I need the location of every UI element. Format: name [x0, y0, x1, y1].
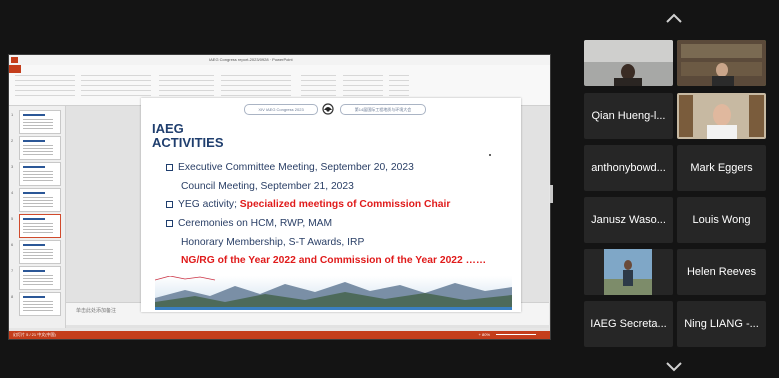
participant-name: Mark Eggers — [690, 162, 753, 174]
slide-status-text: 幻灯片 5 / 21 中文(中国) — [13, 332, 56, 337]
sub-item: Honorary Membership, S-T Awards, IRP — [181, 237, 365, 248]
file-tab[interactable] — [9, 65, 21, 73]
slide-thumbnail-selected[interactable] — [19, 214, 61, 238]
participant-name: Louis Wong — [692, 214, 751, 226]
ppt-titlebar: IAEG Congress report-2023/0928 · PowerPo… — [9, 55, 550, 65]
slide-thumbnail[interactable] — [19, 162, 61, 186]
participant-tile[interactable]: Ning LIANG -... — [677, 301, 766, 347]
congress-emblem-icon — [322, 103, 334, 115]
checkbox-bullet-icon — [166, 220, 173, 227]
notes-placeholder: 单击此处添加备注 — [76, 308, 117, 314]
slide-canvas: XIV IAEG Congress 2023 第14届国际工程地质与环境大会 I… — [141, 98, 521, 312]
participant-video — [677, 40, 766, 86]
checkbox-bullet-icon — [166, 164, 173, 171]
participant-name: Helen Reeves — [686, 266, 757, 278]
participant-name: Qian Hueng-l... — [591, 110, 666, 122]
participant-name: Ning LIANG -... — [684, 318, 759, 330]
participant-tile[interactable]: IAEG Secreta... — [584, 301, 673, 347]
powerpoint-logo-icon — [11, 57, 18, 63]
highlight-text: Specialized meetings of Commission Chair — [239, 199, 451, 210]
sub-item: Council Meeting, September 21, 2023 — [181, 181, 354, 192]
slide-thumbnail[interactable] — [19, 110, 61, 134]
bullet-item: YEG activity; Specialized meetings of Co… — [166, 199, 450, 210]
participant-video — [584, 40, 673, 86]
participant-tile-video-active-speaker[interactable] — [677, 40, 766, 86]
participant-tile[interactable]: Qian Hueng-l... — [584, 93, 673, 139]
participant-video — [677, 93, 766, 139]
slide-title: IAEG ACTIVITIES — [152, 122, 224, 150]
participant-video — [584, 249, 673, 295]
participant-name: anthonybowd... — [591, 162, 666, 174]
zoom-slider[interactable] — [496, 334, 536, 335]
chevron-down-icon[interactable] — [665, 360, 683, 372]
slide-thumbnail[interactable] — [19, 266, 61, 290]
checkbox-bullet-icon — [166, 201, 173, 208]
participant-tile[interactable]: Mark Eggers — [677, 145, 766, 191]
ppt-statusbar: 幻灯片 5 / 21 中文(中国) + 80% — [9, 331, 550, 339]
participant-tile[interactable]: Louis Wong — [677, 197, 766, 243]
bullet-item: Ceremonies on HCM, RWP, MAM — [166, 218, 332, 229]
slide-title-line1: IAEG — [152, 121, 184, 136]
slide-thumbnail[interactable] — [19, 136, 61, 160]
chevron-up-icon[interactable] — [665, 12, 683, 24]
highlight-line: NG/RG of the Year 2022 and Commission of… — [181, 255, 487, 266]
participant-tile-video[interactable] — [677, 93, 766, 139]
slide-title-line2: ACTIVITIES — [152, 135, 224, 150]
slide-thumbnail[interactable] — [19, 188, 61, 212]
banner-right: 第14届国际工程地质与环境大会 — [340, 104, 426, 115]
zoom-label[interactable]: + 80% — [479, 332, 490, 337]
participant-name: Janusz Waso... — [591, 214, 666, 226]
shared-screen[interactable]: IAEG Congress report-2023/0928 · PowerPo… — [8, 54, 551, 340]
banner-left: XIV IAEG Congress 2023 — [244, 104, 318, 115]
slide-thumbnail[interactable] — [19, 240, 61, 264]
congress-banner: XIV IAEG Congress 2023 第14届国际工程地质与环境大会 — [244, 103, 426, 115]
mountain-landscape-image — [155, 276, 512, 310]
participant-tile[interactable]: Janusz Waso... — [584, 197, 673, 243]
ppt-window-title: IAEG Congress report-2023/0928 · PowerPo… — [209, 57, 293, 62]
participant-tile-video[interactable] — [584, 249, 673, 295]
splitter-handle[interactable] — [550, 185, 553, 203]
bullet-item: Executive Committee Meeting, September 2… — [166, 162, 414, 173]
slide-thumbnail[interactable] — [19, 292, 61, 316]
participant-tile[interactable]: Helen Reeves — [677, 249, 766, 295]
participant-tile[interactable]: anthonybowd... — [584, 145, 673, 191]
participant-tile-video[interactable] — [584, 40, 673, 86]
slide-thumbnails[interactable]: 1 2 3 4 5 6 7 8 — [9, 106, 66, 328]
slide-marker — [489, 154, 491, 156]
zoom-meeting-window: { "ppt": { "window_title": "IAEG Congres… — [0, 0, 779, 378]
participant-name: IAEG Secreta... — [590, 318, 667, 330]
